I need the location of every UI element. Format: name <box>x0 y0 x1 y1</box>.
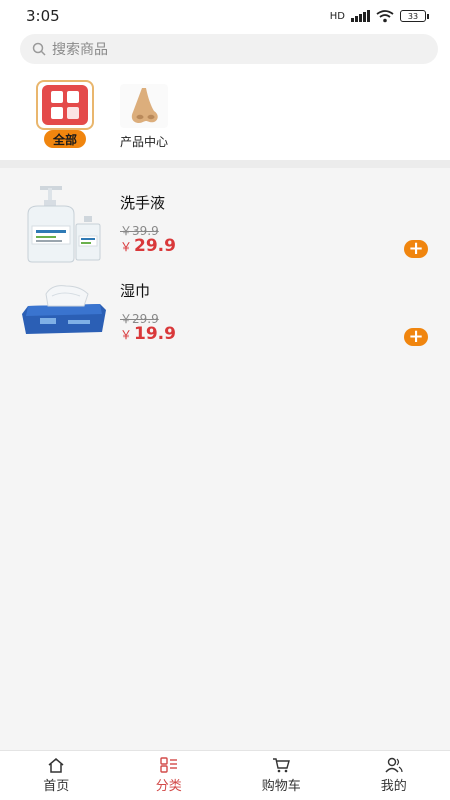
battery-level: 33 <box>407 11 419 21</box>
add-to-cart-button[interactable]: + <box>404 240 428 258</box>
category-icon <box>160 757 177 773</box>
currency-symbol: ￥ <box>120 240 133 254</box>
tab-label: 购物车 <box>261 779 301 794</box>
product-name: 洗手液 <box>120 194 166 212</box>
tab-home[interactable]: 首页 <box>0 751 113 800</box>
product-item[interactable]: 湿巾 ￥29.9 ￥ 19.9 + <box>0 274 450 362</box>
product-item[interactable]: 洗手液 ￥39.9 ￥ 29.9 + <box>0 184 450 272</box>
battery-icon: 33 <box>400 10 429 22</box>
search-input[interactable]: 搜索商品 <box>20 34 438 64</box>
add-to-cart-button[interactable]: + <box>404 328 428 346</box>
tab-cart[interactable]: 购物车 <box>225 751 338 800</box>
header: 搜索商品 全部 产品中心 <box>0 32 450 162</box>
user-icon <box>385 757 403 773</box>
tab-label: 首页 <box>43 779 70 794</box>
price-value: 29.9 <box>134 236 176 256</box>
wifi-icon <box>376 9 394 22</box>
category-product-center-label[interactable]: 产品中心 <box>114 133 174 150</box>
divider <box>0 160 450 168</box>
home-icon <box>48 758 64 773</box>
cart-icon <box>273 758 291 773</box>
product-price: ￥ 29.9 <box>120 236 176 256</box>
search-icon <box>32 42 46 56</box>
currency-symbol: ￥ <box>120 328 133 342</box>
nose-icon <box>131 88 158 123</box>
product-price: ￥ 19.9 <box>120 324 176 344</box>
product-name: 湿巾 <box>120 282 151 300</box>
plus-icon: + <box>408 326 424 347</box>
status-time: 3:05 <box>26 7 60 25</box>
grid-icon <box>42 85 88 125</box>
signal-icon <box>351 10 370 22</box>
price-value: 19.9 <box>134 324 176 344</box>
category-all[interactable] <box>36 80 94 130</box>
status-icons: HD 33 <box>329 9 429 23</box>
tab-category[interactable]: 分类 <box>113 751 226 800</box>
product-image-wet-wipes[interactable] <box>18 274 108 354</box>
product-image-hand-sanitizer[interactable] <box>18 184 108 264</box>
tab-profile[interactable]: 我的 <box>338 751 450 800</box>
search-placeholder: 搜索商品 <box>52 42 108 58</box>
plus-icon: + <box>408 238 424 259</box>
category-all-label[interactable]: 全部 <box>44 130 86 148</box>
category-product-center[interactable] <box>120 84 168 128</box>
network-label: HD <box>329 10 345 22</box>
tab-label: 分类 <box>155 779 182 794</box>
bottom-tab-bar: 首页 分类 购物车 我的 <box>0 750 450 800</box>
tab-label: 我的 <box>380 779 407 794</box>
status-bar: 3:05 HD 33 <box>0 0 450 32</box>
